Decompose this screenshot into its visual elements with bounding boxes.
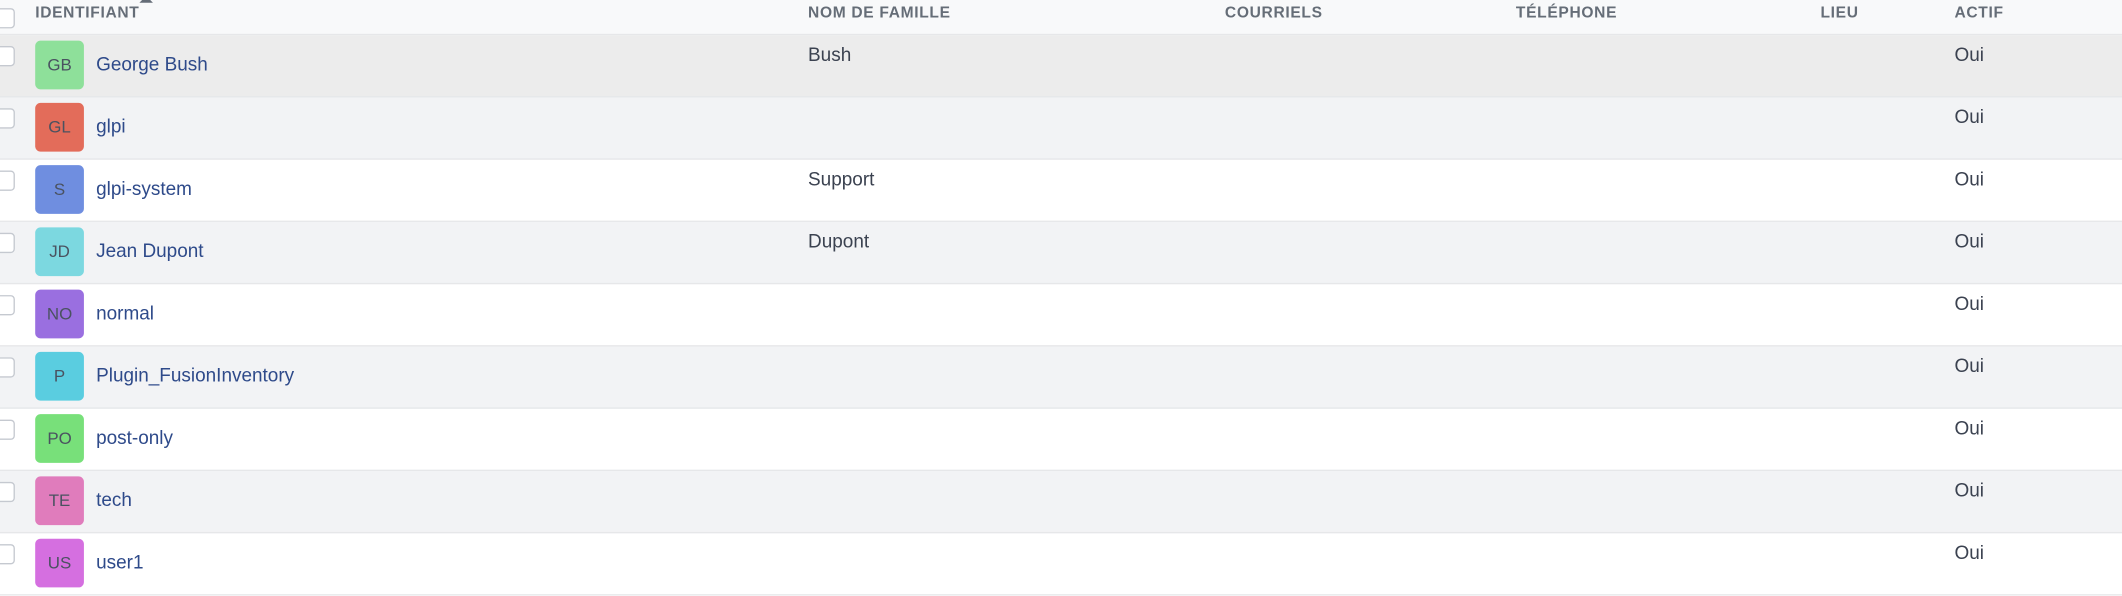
table-header: IDENTIFIANT NOM DE FAMILLE COURRIELS TÉL… xyxy=(0,0,2122,36)
lastname-cell: Bush xyxy=(808,43,852,65)
table-row: NO normal Oui xyxy=(0,284,2122,347)
row-checkbox[interactable] xyxy=(0,295,15,316)
column-header-login[interactable]: IDENTIFIANT xyxy=(35,5,139,21)
avatar: P xyxy=(35,351,84,401)
avatar: PO xyxy=(35,414,84,463)
active-cell: Oui xyxy=(1954,416,1984,439)
user-login-link[interactable]: glpi-system xyxy=(96,177,192,199)
row-checkbox[interactable] xyxy=(0,46,15,67)
table-row: US user1 Oui xyxy=(0,533,2122,596)
table-row: GL glpi Oui xyxy=(0,97,2122,160)
avatar: JD xyxy=(35,227,84,277)
column-header-emails[interactable]: COURRIELS xyxy=(1225,5,1323,21)
avatar: GL xyxy=(35,102,84,152)
table-row: JD Jean Dupont Dupont Oui xyxy=(0,221,2122,285)
row-checkbox[interactable] xyxy=(0,108,15,129)
row-checkbox[interactable] xyxy=(0,544,15,565)
active-cell: Oui xyxy=(1954,479,1984,501)
user-login-link[interactable]: Jean Dupont xyxy=(96,240,203,262)
active-cell: Oui xyxy=(1954,105,1984,128)
users-table: IDENTIFIANT NOM DE FAMILLE COURRIELS TÉL… xyxy=(0,0,2122,596)
avatar: S xyxy=(35,165,84,214)
table-row: P Plugin_FusionInventory Oui xyxy=(0,346,2122,409)
avatar: NO xyxy=(35,289,84,339)
row-checkbox[interactable] xyxy=(0,232,15,254)
row-checkbox[interactable] xyxy=(0,419,15,440)
table-row: PO post-only Oui xyxy=(0,409,2122,472)
active-cell: Oui xyxy=(1954,354,1984,377)
row-checkbox[interactable] xyxy=(0,357,15,378)
table-row: GB George Bush Bush Oui xyxy=(0,35,2122,98)
avatar: GB xyxy=(35,40,84,90)
user-login-link[interactable]: user1 xyxy=(96,551,143,573)
table-body: GB George Bush Bush Oui GL glpi Oui Sglpi-syste… xyxy=(0,35,2122,596)
active-cell: Oui xyxy=(1954,292,1984,315)
column-header-lastname[interactable]: NOM DE FAMILLE xyxy=(808,5,951,21)
select-all-checkbox[interactable] xyxy=(0,8,15,29)
column-header-phone[interactable]: TÉLÉPHONE xyxy=(1516,5,1617,21)
sort-ascending-icon xyxy=(139,0,153,3)
user-login-link[interactable]: normal xyxy=(96,302,154,324)
lastname-cell: Support xyxy=(808,167,875,190)
column-header-active[interactable]: ACTIF xyxy=(1954,5,2003,21)
active-cell: Oui xyxy=(1954,43,1984,65)
avatar: TE xyxy=(35,476,84,526)
user-login-link[interactable]: post-only xyxy=(96,426,173,448)
table-row: Sglpi-system Support Oui xyxy=(0,160,2122,222)
table-row: TE tech Oui xyxy=(0,471,2122,534)
column-header-location[interactable]: LIEU xyxy=(1820,5,1858,21)
user-login-link[interactable]: glpi xyxy=(96,115,126,137)
active-cell: Oui xyxy=(1954,167,1984,190)
active-cell: Oui xyxy=(1954,541,1984,564)
avatar: US xyxy=(35,538,84,588)
active-cell: Oui xyxy=(1954,230,1984,252)
user-login-link[interactable]: tech xyxy=(96,489,132,511)
row-checkbox[interactable] xyxy=(0,481,15,503)
user-login-link[interactable]: Plugin_FusionInventory xyxy=(96,364,294,386)
user-login-link[interactable]: George Bush xyxy=(96,53,208,75)
row-checkbox[interactable] xyxy=(0,170,15,191)
lastname-cell: Dupont xyxy=(808,230,870,252)
